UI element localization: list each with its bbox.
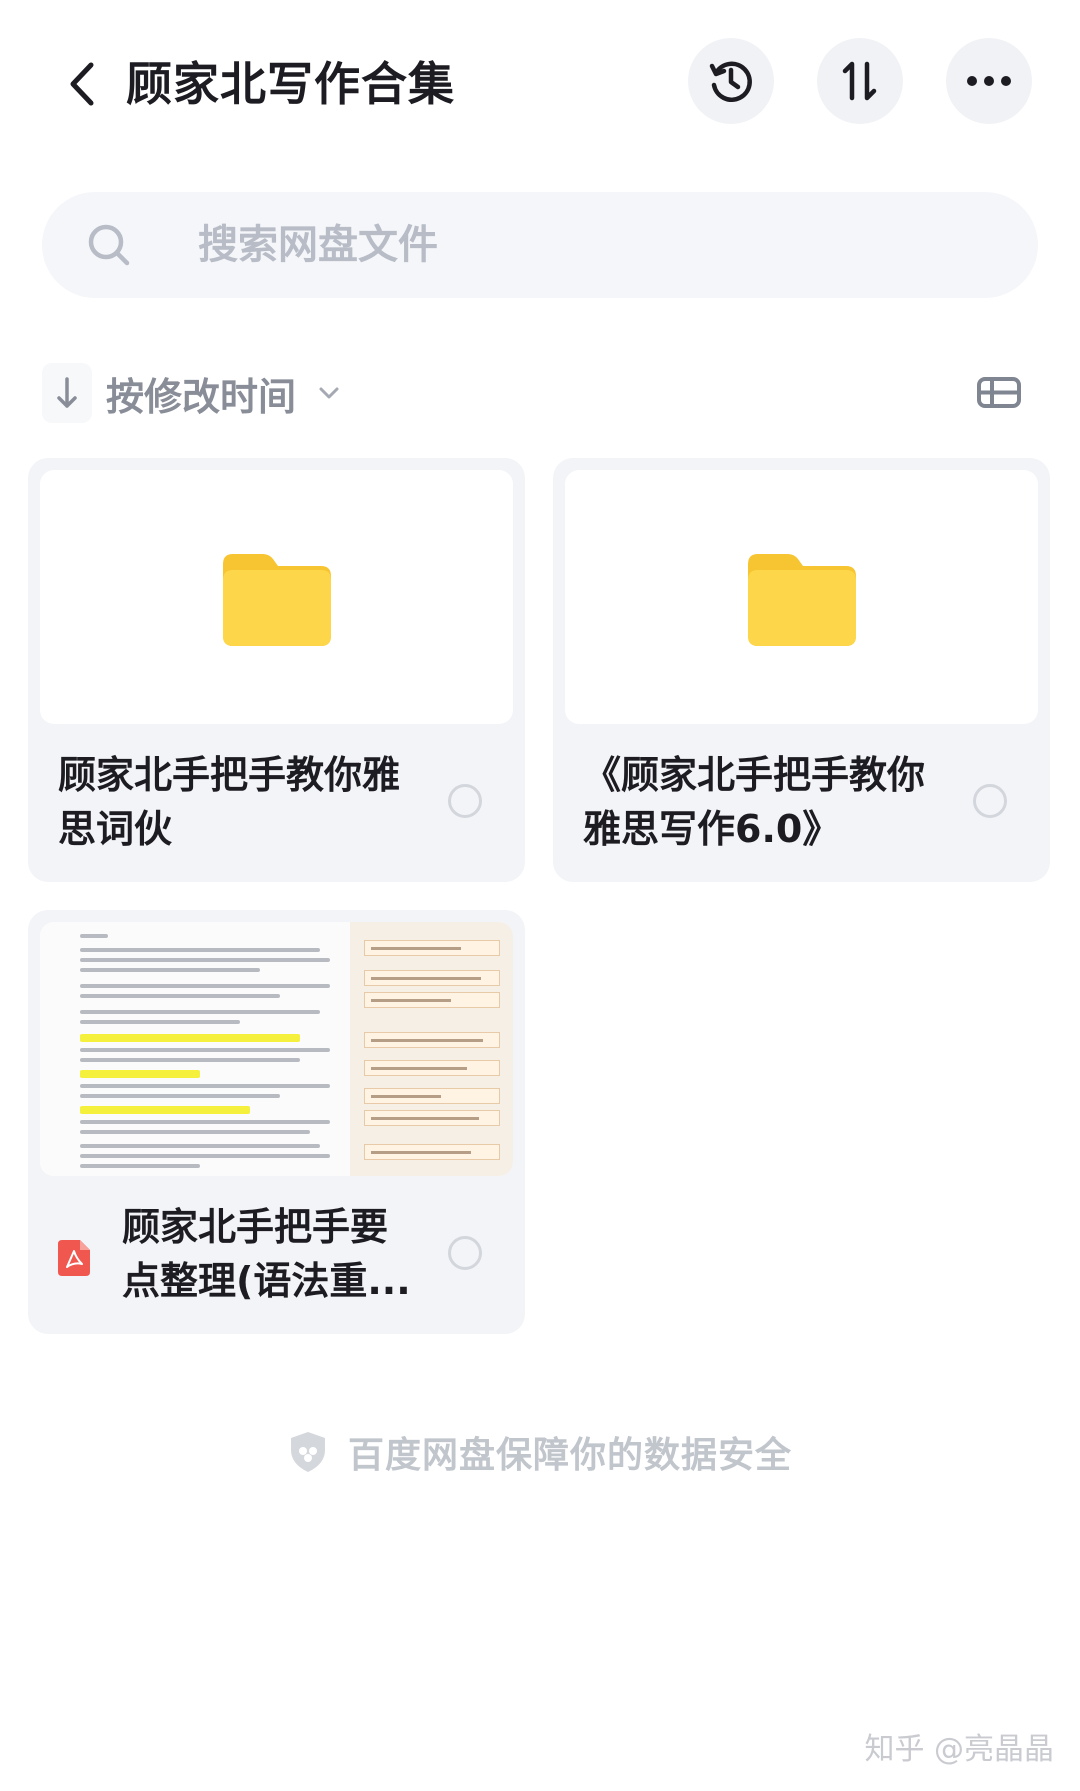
search-input[interactable] xyxy=(198,216,998,274)
more-button[interactable] xyxy=(946,38,1032,124)
document-preview-page xyxy=(40,922,350,1176)
page-title: 顾家北写作合集 xyxy=(126,57,455,111)
watermark: 知乎 @亮晶晶 xyxy=(864,1732,1054,1767)
sort-direction[interactable] xyxy=(42,363,92,423)
select-checkbox[interactable] xyxy=(973,784,1007,818)
folder-icon xyxy=(223,554,331,646)
folder-icon xyxy=(748,554,856,646)
select-checkbox[interactable] xyxy=(448,784,482,818)
shield-icon xyxy=(290,1432,325,1472)
file-card-folder[interactable]: 顾家北手把手教你雅思词伙 xyxy=(28,458,525,882)
sort-order-button[interactable] xyxy=(817,38,903,124)
arrow-down-icon xyxy=(57,377,77,408)
file-name: 《顾家北手把手教你雅思写作6.0》 xyxy=(583,753,926,851)
folder-thumbnail xyxy=(40,470,513,724)
chevron-left-icon xyxy=(70,62,94,106)
more-horizontal-icon xyxy=(967,76,1011,86)
file-card-folder[interactable]: 《顾家北手把手教你雅思写作6.0》 xyxy=(553,458,1050,882)
history-icon xyxy=(709,61,752,103)
search-icon xyxy=(88,224,130,266)
back-button[interactable] xyxy=(44,46,120,122)
safety-notice: 百度网盘保障你的数据安全 xyxy=(0,1426,1080,1478)
file-name: 顾家北手把手要点整理(语法重... xyxy=(122,1205,411,1303)
sort-selector[interactable]: 按修改时间 xyxy=(42,360,344,426)
document-thumbnail xyxy=(40,922,513,1176)
view-toggle-button[interactable] xyxy=(976,374,1022,412)
pdf-icon xyxy=(58,1240,90,1276)
header: 顾家北写作合集 xyxy=(0,0,1080,170)
file-card-pdf[interactable]: 顾家北手把手要点整理(语法重... xyxy=(28,910,525,1334)
chevron-down-icon xyxy=(318,380,344,406)
file-name: 顾家北手把手教你雅思词伙 xyxy=(58,753,401,851)
safety-text: 百度网盘保障你的数据安全 xyxy=(347,1435,792,1476)
history-button[interactable] xyxy=(688,38,774,124)
select-checkbox[interactable] xyxy=(448,1236,482,1270)
sort-label: 按修改时间 xyxy=(106,374,297,419)
search-bar[interactable] xyxy=(42,192,1038,298)
folder-thumbnail xyxy=(565,470,1038,724)
document-comment-panel xyxy=(350,922,513,1176)
sort-icon xyxy=(842,61,877,101)
file-browser-page: 顾家北写作合集 搜索网盘文件 按修改时间 顾家北手把手教你雅思词伙 《顾家北手把… xyxy=(0,0,1080,1791)
list-view-icon xyxy=(977,377,1021,408)
